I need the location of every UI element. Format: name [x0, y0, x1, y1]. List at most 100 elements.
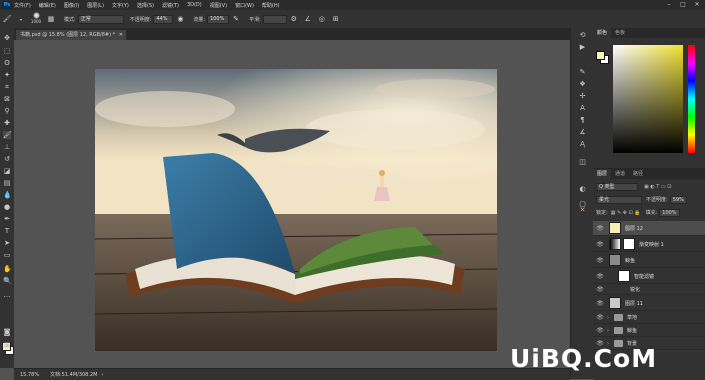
type-tool-icon[interactable]: T [3, 227, 11, 235]
zoom-tool-icon[interactable]: 🔍 [3, 277, 12, 285]
layer-row[interactable]: 👁 图层 11 [593, 296, 705, 311]
healing-brush-icon[interactable]: ✚ [3, 119, 11, 127]
clone-stamp-icon[interactable]: ⊥ [3, 143, 11, 151]
menu-filter[interactable]: 滤镜(T) [162, 2, 179, 9]
visibility-eye-icon[interactable]: 👁 [596, 327, 604, 334]
chevron-right-icon[interactable]: › [607, 328, 609, 334]
layer-row[interactable]: 👁 锐化 [593, 285, 705, 295]
paragraph-icon[interactable]: ¶ [578, 116, 587, 125]
menu-layer[interactable]: 图层(L) [87, 2, 104, 9]
zoom-level[interactable]: 15.78% [20, 372, 50, 378]
pressure-size-icon[interactable]: ◎ [318, 15, 326, 23]
lock-icons[interactable]: ▦ ✎ ✥ ⊡ 🔒 [611, 210, 641, 216]
menu-select[interactable]: 选择(S) [137, 2, 154, 9]
history-brush-icon[interactable]: ↺ [3, 155, 11, 163]
close-icon[interactable]: ✕ [691, 0, 703, 10]
lasso-tool-icon[interactable]: ʘ [3, 59, 11, 67]
blend-mode-select[interactable]: 柔光 [596, 195, 642, 204]
maximize-icon[interactable]: □ [677, 0, 689, 10]
more-tools-icon[interactable]: ··· [3, 293, 11, 301]
airbrush-icon[interactable]: ✎ [232, 15, 240, 23]
layer-kind-filter[interactable]: Q 类型 [596, 182, 638, 191]
tab-channels[interactable]: 通道 [611, 169, 629, 179]
visibility-eye-icon[interactable]: 👁 [596, 314, 604, 321]
visibility-eye-icon[interactable]: 👁 [596, 257, 604, 264]
color-field[interactable] [613, 45, 683, 153]
layer-row[interactable]: 👁 渐变映射 1 [593, 237, 705, 252]
tab-paths[interactable]: 路径 [629, 169, 647, 179]
tab-color[interactable]: 颜色 [593, 28, 612, 38]
document-tab[interactable]: 书籍.psd @ 15.8% (图层 12, RGB/8#) * ✕ [16, 30, 126, 40]
pressure-opacity-icon[interactable]: ◉ [176, 15, 184, 23]
menu-3d[interactable]: 3D(D) [187, 2, 202, 8]
visibility-eye-icon[interactable]: 👁 [596, 241, 604, 248]
eraser-icon[interactable]: ◪ [3, 167, 11, 175]
visibility-eye-icon[interactable]: 👁 [596, 273, 604, 280]
visibility-eye-icon[interactable]: 👁 [596, 300, 604, 307]
properties-icon[interactable]: ◫ [578, 158, 587, 167]
menu-type[interactable]: 文字(Y) [112, 2, 129, 9]
hand-tool-icon[interactable]: ✋ [3, 265, 12, 273]
brush-tool-icon[interactable]: 🖌 [3, 131, 12, 139]
glyphs-icon[interactable]: ∡ [578, 128, 587, 137]
character-styles-icon[interactable]: Ą [578, 140, 587, 149]
smoothing-input[interactable] [262, 14, 287, 24]
hue-slider[interactable] [688, 45, 695, 153]
opacity-input[interactable]: 44% [153, 14, 174, 24]
layer-group-row[interactable]: 👁 › 草地 [593, 312, 705, 324]
chevron-down-icon[interactable]: ▾ [17, 15, 25, 23]
gear-icon[interactable]: ⚙ [290, 15, 298, 23]
menu-view[interactable]: 视图(V) [210, 2, 227, 9]
tab-swatches[interactable]: 色板 [611, 28, 629, 38]
filter-icons[interactable]: ▣ ◐ T ▭ ⊡ [644, 184, 671, 190]
menu-window[interactable]: 窗口(W) [235, 2, 254, 9]
canvas-area[interactable] [14, 40, 570, 368]
adjustments-icon[interactable]: ◐ [578, 185, 587, 194]
brush-tool-icon[interactable]: 🖌 [3, 15, 12, 23]
visibility-eye-icon[interactable]: 👁 [596, 286, 604, 293]
chevron-right-icon[interactable]: › [607, 315, 609, 321]
menu-edit[interactable]: 编辑(E) [39, 2, 56, 9]
flow-input[interactable]: 100% [207, 14, 230, 24]
brush-preset-picker[interactable]: 1000 [31, 12, 41, 26]
layer-opacity-input[interactable]: 59% [669, 195, 687, 204]
foreground-color-chip[interactable] [596, 51, 605, 60]
eyedropper-icon[interactable]: ⚲ [3, 107, 11, 115]
play-icon[interactable]: ▶ [578, 43, 587, 52]
crop-tool-icon[interactable]: ⌗ [3, 83, 11, 91]
visibility-eye-icon[interactable]: 👁 [596, 225, 604, 232]
marquee-tool-icon[interactable]: ⬚ [3, 47, 11, 55]
blur-tool-icon[interactable]: 💧 [3, 191, 12, 199]
mode-select[interactable]: 正常 [77, 14, 124, 24]
brush-angle-icon[interactable]: ∠ [304, 15, 312, 23]
close-tab-icon[interactable]: ✕ [119, 32, 123, 38]
layer-row[interactable]: 👁 智能滤镜 [593, 269, 705, 284]
character-icon[interactable]: A [578, 104, 587, 113]
brush-settings-panel-icon[interactable]: ✎ [578, 68, 587, 77]
layer-row[interactable]: 👁 图层 12 [593, 221, 705, 236]
frame-tool-icon[interactable]: ⊠ [3, 95, 11, 103]
fill-input[interactable]: 100% [659, 208, 680, 217]
minimize-icon[interactable]: – [663, 0, 675, 10]
tools-cross-icon[interactable]: ✕ [578, 206, 587, 215]
document-artwork[interactable] [95, 69, 497, 351]
layer-group-row[interactable]: 👁 › 鲸鱼 [593, 325, 705, 337]
magic-wand-icon[interactable]: ✦ [3, 71, 11, 79]
move-tool-icon[interactable]: ✥ [3, 34, 11, 42]
tab-layers[interactable]: 图层 [593, 169, 612, 179]
clone-source-icon[interactable]: ✢ [578, 92, 587, 101]
gradient-tool-icon[interactable]: ▤ [3, 179, 11, 187]
menu-file[interactable]: 文件(F) [14, 2, 31, 9]
quick-mask-icon[interactable]: ◙ [3, 328, 11, 336]
dodge-tool-icon[interactable]: ● [3, 203, 11, 211]
symmetry-icon[interactable]: ⊞ [332, 15, 340, 23]
menu-help[interactable]: 帮助(H) [262, 2, 280, 9]
menu-image[interactable]: 图像(I) [64, 2, 79, 9]
path-selection-icon[interactable]: ➤ [3, 239, 11, 247]
brush-settings-icon[interactable]: ▦ [47, 15, 55, 23]
pen-tool-icon[interactable]: ✒ [3, 215, 11, 223]
layer-row[interactable]: 👁 鲸鱼 [593, 253, 705, 268]
screen-mode-icon[interactable]: ▣ [3, 341, 11, 349]
chevron-right-icon[interactable]: › [101, 372, 103, 378]
history-icon[interactable]: ⟲ [578, 31, 587, 40]
